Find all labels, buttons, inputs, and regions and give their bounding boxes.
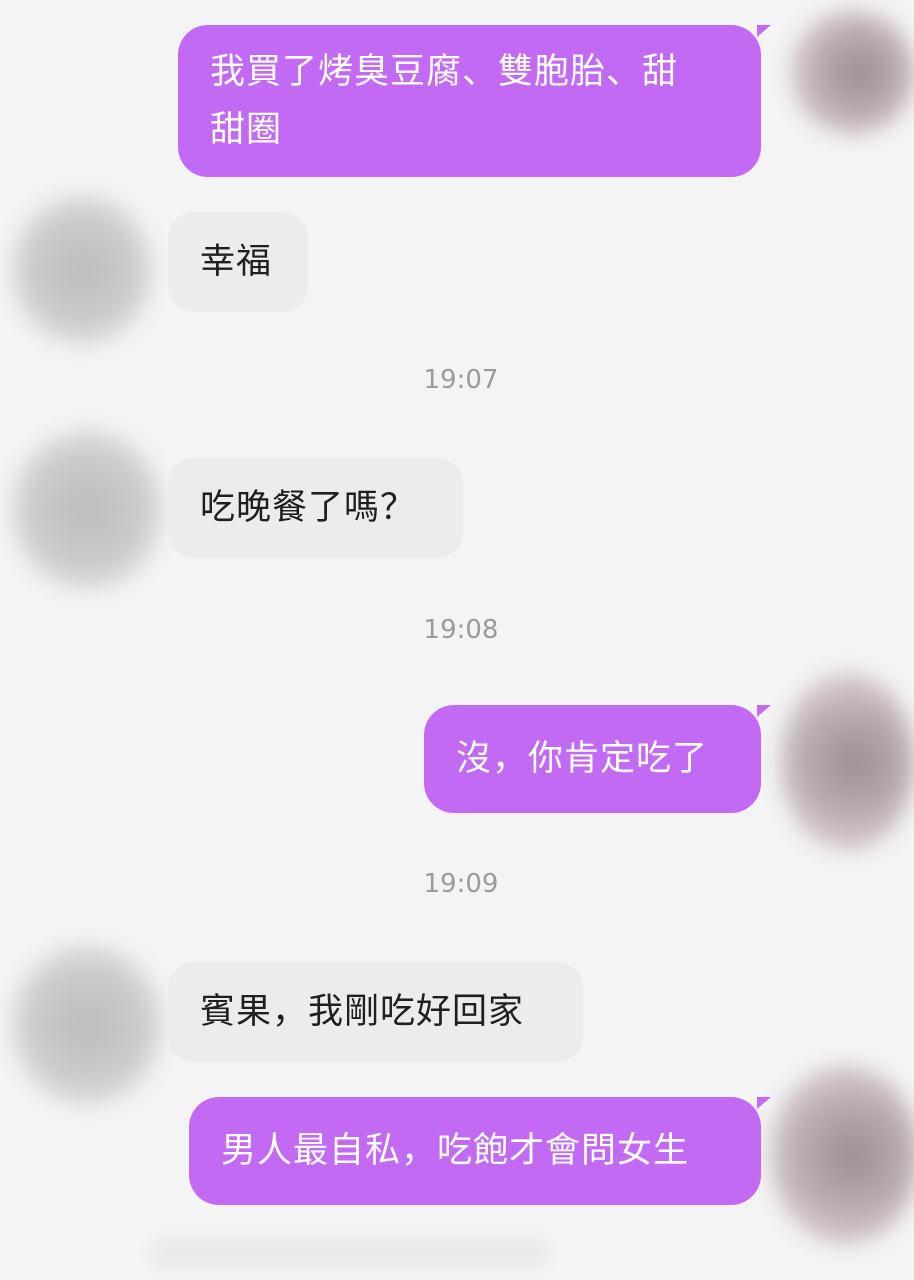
message-text: 賓果，我剛吃好回家 <box>200 992 525 1032</box>
timestamp: 19:09 <box>423 869 499 899</box>
message-bubble-self[interactable]: 男人最自私，吃飽才會問女生 <box>189 1097 771 1205</box>
timestamp: 19:07 <box>423 365 499 395</box>
message-text: 甜圈 <box>210 110 283 150</box>
message-text: 男人最自私，吃飽才會問女生 <box>221 1131 690 1171</box>
timestamp: 19:08 <box>423 615 499 645</box>
self-avatar[interactable] <box>780 672 914 852</box>
message-bubble-self[interactable]: 我買了烤臭豆腐、雙胞胎、甜 甜圈 <box>178 25 771 177</box>
chat-thread[interactable]: 我買了烤臭豆腐、雙胞胎、甜 甜圈 幸福 19:07 吃晚餐了嗎？ 19:08 沒… <box>0 0 914 1280</box>
self-avatar[interactable] <box>770 1065 914 1245</box>
contact-avatar[interactable] <box>12 430 162 590</box>
message-bubble-contact[interactable]: 賓果，我剛吃好回家 <box>168 962 583 1062</box>
message-text: 我買了烤臭豆腐、雙胞胎、甜 <box>210 52 679 92</box>
message-text: 吃晚餐了嗎？ <box>200 488 417 528</box>
message-text: 幸福 <box>200 242 273 282</box>
message-bubble-contact[interactable]: 吃晚餐了嗎？ <box>168 458 463 558</box>
message-bubble-self[interactable]: 沒，你肯定吃了 <box>424 705 771 813</box>
contact-avatar[interactable] <box>12 945 162 1105</box>
contact-avatar[interactable] <box>12 195 152 345</box>
self-avatar[interactable] <box>790 10 914 135</box>
partial-message-bubble <box>150 1238 550 1268</box>
message-text: 沒，你肯定吃了 <box>456 739 709 779</box>
message-bubble-contact[interactable]: 幸福 <box>168 212 308 312</box>
